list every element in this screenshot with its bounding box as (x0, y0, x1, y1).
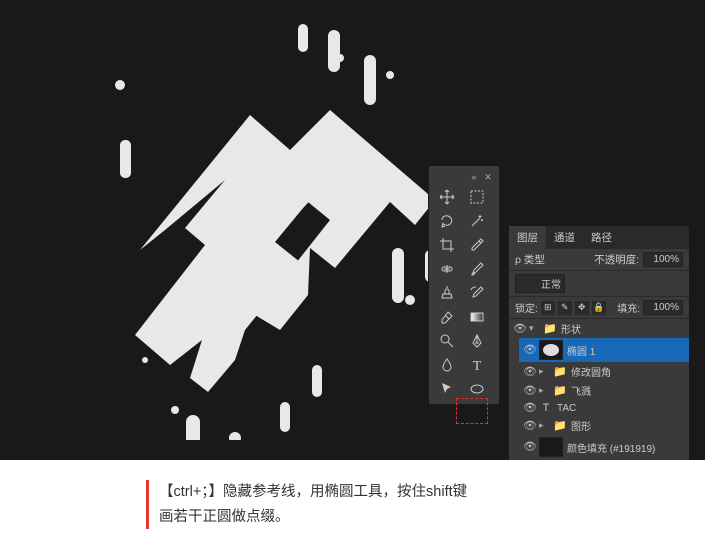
lock-transparency-icon[interactable]: ⊞ (541, 301, 555, 315)
crop-tool[interactable] (433, 234, 461, 256)
brush-tool[interactable] (463, 258, 491, 280)
instruction-caption: 【ctrl+；】隐藏参考线，用椭圆工具，按住shift键 画若干正圆做点缀。 (0, 460, 705, 559)
layer-group-round-corners[interactable]: 👁 ▸ 📁 修改圆角 (519, 362, 689, 381)
panel-close-icon[interactable]: ✕ (483, 172, 493, 182)
blur-tool[interactable] (433, 354, 461, 376)
opacity-label: 不透明度: (594, 252, 639, 267)
visibility-icon[interactable]: 👁 (523, 441, 535, 453)
visibility-icon[interactable]: 👁 (513, 323, 525, 335)
visibility-icon[interactable]: 👁 (523, 420, 535, 432)
tac-artwork (50, 20, 430, 440)
blend-mode-select[interactable]: 正常 (515, 274, 565, 293)
clone-stamp-tool[interactable] (433, 282, 461, 304)
dodge-tool[interactable] (433, 330, 461, 352)
move-tool[interactable] (433, 186, 461, 208)
visibility-icon[interactable]: 👁 (523, 402, 535, 414)
caption-line-1: 【ctrl+；】隐藏参考线，用椭圆工具，按住shift键 (159, 480, 559, 505)
visibility-icon[interactable]: 👁 (523, 385, 535, 397)
ellipse-tool[interactable] (463, 378, 491, 400)
lasso-tool[interactable] (433, 210, 461, 232)
layer-group-shapes[interactable]: 👁 ▾ 📁 形状 (509, 319, 689, 338)
pen-tool[interactable] (463, 330, 491, 352)
expand-icon[interactable]: ▸ (539, 366, 549, 377)
type-tool[interactable]: T (463, 354, 491, 376)
eraser-tool[interactable] (433, 306, 461, 328)
layer-group-splash[interactable]: 👁 ▸ 📁 飞溅 (519, 381, 689, 400)
layer-color-fill[interactable]: 👁 颜色填充 (#191919) (519, 435, 689, 459)
lock-all-icon[interactable]: 🔒 (592, 301, 606, 315)
layer-name: 图形 (571, 418, 591, 433)
layer-name: 飞溅 (571, 383, 591, 398)
layer-tree: 👁 ▾ 📁 形状 👁 椭圆 1 👁 ▸ 📁 修改圆角 👁 ▸ 📁 飞溅 👁 T TAC 👁 ▸ 📁 图形 👁 颜… (509, 319, 689, 460)
svg-text:T: T (473, 359, 482, 373)
fill-value[interactable]: 100% (643, 300, 683, 315)
layer-name: 颜色填充 (#191919) (567, 440, 655, 455)
layer-background[interactable]: 👁背景 (509, 459, 689, 460)
tab-layers[interactable]: 图层 (509, 226, 546, 249)
layer-name: 椭圆 1 (567, 343, 595, 358)
visibility-icon[interactable]: 👁 (523, 344, 535, 356)
gradient-tool[interactable] (463, 306, 491, 328)
expand-icon[interactable]: ▾ (529, 323, 539, 334)
visibility-icon[interactable]: 👁 (523, 366, 535, 378)
layer-name: TAC (557, 403, 576, 414)
panel-collapse-icon[interactable]: « (469, 172, 479, 182)
layer-text-tac[interactable]: 👁 T TAC (519, 400, 689, 416)
magic-wand-tool[interactable] (463, 210, 491, 232)
tab-channels[interactable]: 通道 (546, 226, 583, 249)
layer-group-graphics[interactable]: 👁 ▸ 📁 图形 (519, 416, 689, 435)
text-layer-icon: T (539, 402, 553, 414)
fill-label: 填充: (617, 300, 640, 315)
history-brush-tool[interactable] (463, 282, 491, 304)
lock-image-icon[interactable]: ✎ (558, 301, 572, 315)
photoshop-tools-panel: « ✕ T (428, 165, 500, 405)
expand-icon[interactable]: ▸ (539, 420, 549, 431)
layers-panel: 图层 通道 路径 ρ 类型 不透明度: 100% 正常 锁定: ⊞ ✎ ✥ 🔒 … (508, 225, 690, 460)
layer-thumb (539, 437, 563, 457)
layer-name: 修改圆角 (571, 364, 611, 379)
folder-icon: 📁 (553, 419, 567, 432)
tab-paths[interactable]: 路径 (583, 226, 620, 249)
layer-thumb (539, 340, 563, 360)
layer-ellipse-1[interactable]: 👁 椭圆 1 (519, 338, 689, 362)
healing-brush-tool[interactable] (433, 258, 461, 280)
eyedropper-tool[interactable] (463, 234, 491, 256)
path-selection-tool[interactable] (433, 378, 461, 400)
folder-icon: 📁 (543, 322, 557, 335)
folder-icon: 📁 (553, 384, 567, 397)
lock-label: 锁定: (515, 300, 538, 315)
layer-name: 形状 (561, 321, 581, 336)
opacity-value[interactable]: 100% (643, 252, 683, 267)
caption-line-2: 画若干正圆做点缀。 (159, 505, 559, 530)
lock-position-icon[interactable]: ✥ (575, 301, 589, 315)
folder-icon: 📁 (553, 365, 567, 378)
marquee-tool[interactable] (463, 186, 491, 208)
kind-filter-label: ρ 类型 (515, 252, 545, 267)
expand-icon[interactable]: ▸ (539, 385, 549, 396)
